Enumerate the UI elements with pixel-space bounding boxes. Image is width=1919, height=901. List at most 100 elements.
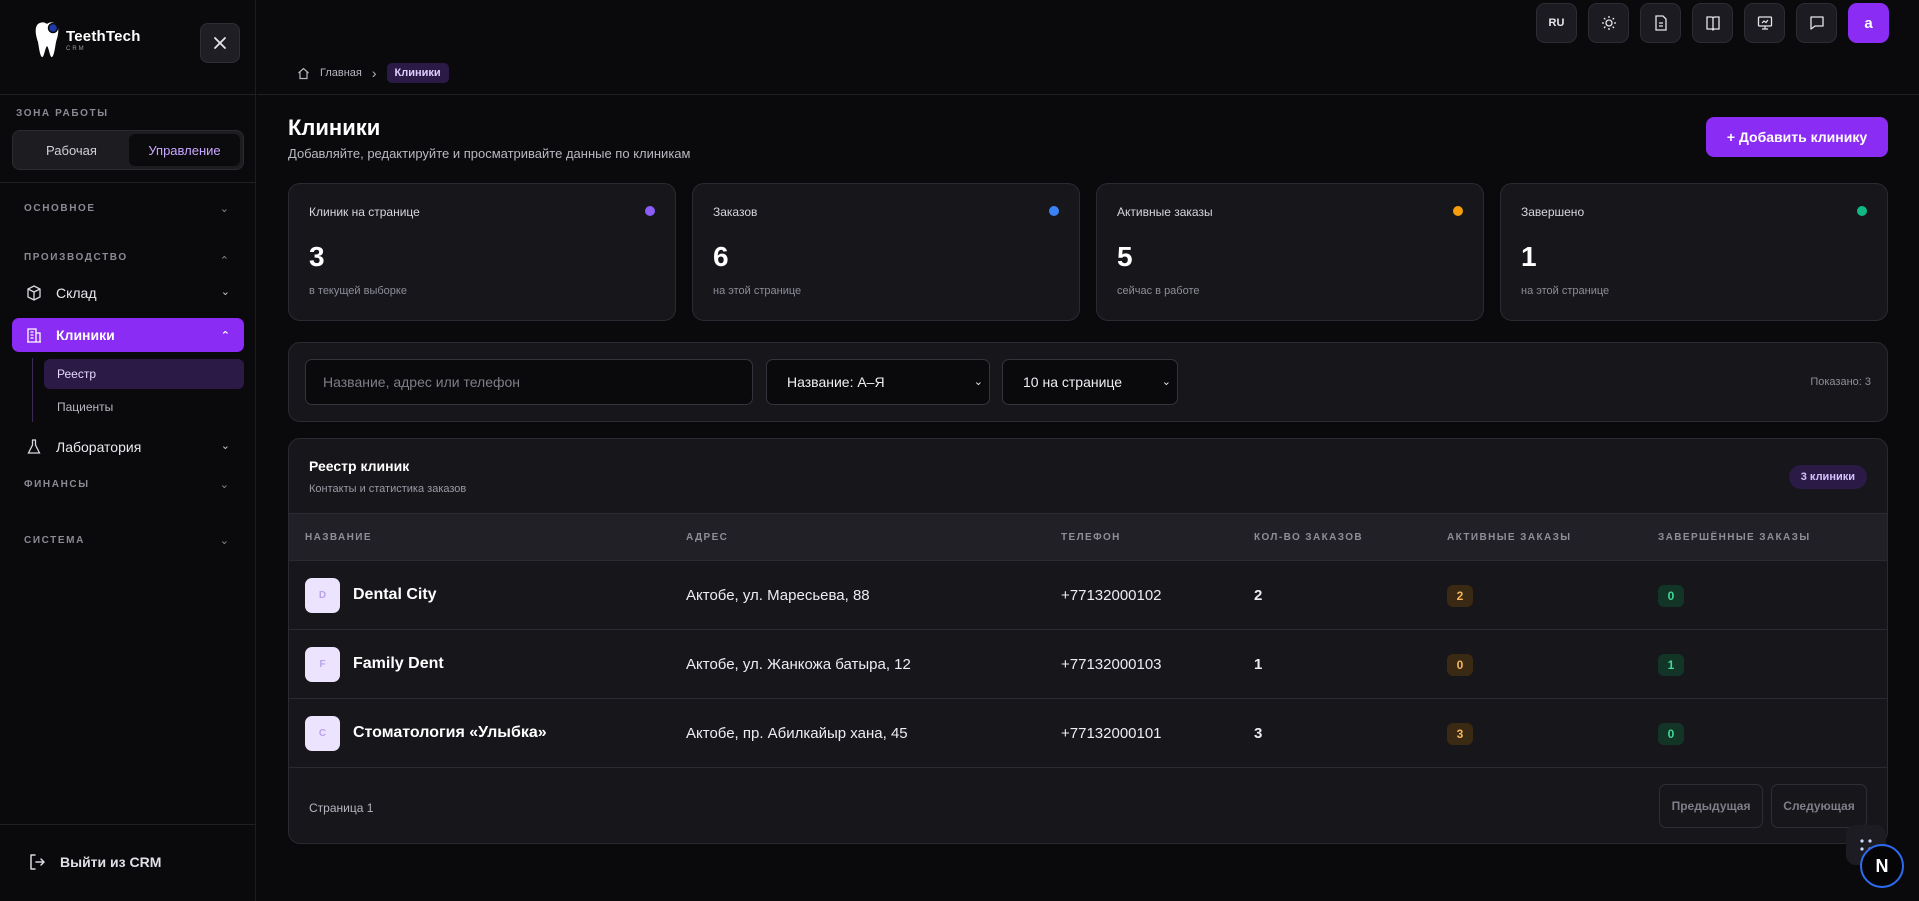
sidebar-subitem-registry[interactable]: Реестр xyxy=(44,359,244,389)
sidebar-item-warehouse[interactable]: Склад ⌄ xyxy=(12,276,244,310)
chevron-down-icon: ⌄ xyxy=(220,286,230,298)
brand-name: TeethTech xyxy=(66,28,141,45)
prev-page-button[interactable]: Предыдущая xyxy=(1659,784,1763,828)
stat-label: Заказов xyxy=(713,205,758,219)
app-root: TeethTech CRM ЗОНА РАБОТЫ Рабочая Управл… xyxy=(0,0,1919,901)
clinic-name[interactable]: Family Dent xyxy=(353,655,444,673)
close-sidebar-button[interactable] xyxy=(200,23,240,63)
sidebar-subitem-patients[interactable]: Пациенты xyxy=(44,392,244,422)
shown-count: Показано: 3 xyxy=(1810,376,1871,388)
table-row[interactable]: С Стоматология «Улыбка» Актобе, пр. Абил… xyxy=(289,698,1887,767)
submenu-line xyxy=(32,358,33,422)
book-icon xyxy=(1705,16,1720,31)
breadcrumb-current: Клиники xyxy=(386,63,449,83)
breadcrumb-home[interactable]: Главная xyxy=(320,67,362,79)
column-header: КОЛ-ВО ЗАКАЗОВ xyxy=(1254,532,1364,543)
user-avatar[interactable]: a xyxy=(1848,3,1889,43)
column-header: АКТИВНЫЕ ЗАКАЗЫ xyxy=(1447,532,1572,543)
active-orders-badge: 3 xyxy=(1447,723,1473,745)
logout-label: Выйти из CRM xyxy=(60,854,162,870)
zone-label: ЗОНА РАБОТЫ xyxy=(16,108,109,119)
orders-count: 1 xyxy=(1254,656,1263,673)
done-orders-badge: 1 xyxy=(1658,654,1684,676)
stat-card: Заказов 6 на этой странице xyxy=(692,183,1080,321)
table-row[interactable]: F Family Dent Актобе, ул. Жанкожа батыра… xyxy=(289,629,1887,698)
section-production[interactable]: ПРОИЗВОДСТВО xyxy=(24,252,128,263)
sidebar-item-clinics[interactable]: Клиники ⌃ xyxy=(12,318,244,352)
dev-tools-button[interactable]: N xyxy=(1860,844,1904,888)
chevron-down-icon[interactable]: ⌄ xyxy=(220,534,229,547)
column-header: ЗАВЕРШЁННЫЕ ЗАКАЗЫ xyxy=(1658,532,1811,543)
clinic-address: Актобе, ул. Жанкожа батыра, 12 xyxy=(686,656,911,673)
stat-note: на этой странице xyxy=(1521,285,1610,297)
avatar: С xyxy=(305,716,340,751)
sidebar-item-label: Клиники xyxy=(56,327,115,343)
brand-sub: CRM xyxy=(66,46,86,52)
page-title: Клиники xyxy=(288,115,381,140)
logout-button[interactable]: Выйти из CRM xyxy=(28,853,161,871)
table-header: НАЗВАНИЕ АДРЕС ТЕЛЕФОН КОЛ-ВО ЗАКАЗОВ АК… xyxy=(289,513,1887,560)
clinic-phone: +77132000101 xyxy=(1061,725,1162,742)
chevron-down-icon: ⌄ xyxy=(1161,376,1171,388)
count-badge: 3 клиники xyxy=(1788,465,1867,489)
language-button[interactable]: RU xyxy=(1536,3,1577,43)
avatar: F xyxy=(305,647,340,682)
stat-value: 6 xyxy=(713,241,729,272)
stat-note: сейчас в работе xyxy=(1117,285,1200,297)
logout-icon xyxy=(30,854,45,870)
sidebar-item-lab[interactable]: Лаборатория ⌄ xyxy=(12,430,244,464)
orders-count: 2 xyxy=(1254,587,1263,604)
section-system[interactable]: СИСТЕМА xyxy=(24,535,85,546)
active-orders-badge: 0 xyxy=(1447,654,1473,676)
avatar: D xyxy=(305,578,340,613)
sidebar-divider xyxy=(0,824,256,825)
breadcrumb: Главная › Клиники xyxy=(297,63,449,83)
chevron-up-icon[interactable]: ⌃ xyxy=(220,254,229,267)
clinic-address: Актобе, ул. Маресьева, 88 xyxy=(686,587,870,604)
chevron-down-icon[interactable]: ⌄ xyxy=(220,202,229,215)
sidebar-item-label: Склад xyxy=(56,285,97,301)
filter-bar: Название: А–Я ⌄ 10 на странице ⌄ Показан… xyxy=(288,342,1888,422)
per-page-select[interactable]: 10 на странице ⌄ xyxy=(1002,359,1178,405)
table-row[interactable]: D Dental City Актобе, ул. Маресьева, 88 … xyxy=(289,560,1887,629)
chat-button[interactable] xyxy=(1796,3,1837,43)
theme-toggle-button[interactable] xyxy=(1588,3,1629,43)
add-clinic-button[interactable]: + Добавить клинику xyxy=(1706,117,1888,157)
zone-switch: Рабочая Управление xyxy=(12,130,244,170)
sidebar-item-label: Лаборатория xyxy=(56,439,142,455)
chat-icon xyxy=(1809,16,1824,30)
chevron-down-icon[interactable]: ⌄ xyxy=(220,478,229,491)
column-header: ТЕЛЕФОН xyxy=(1061,532,1121,543)
zone-option-manage[interactable]: Управление xyxy=(129,134,240,166)
sort-select[interactable]: Название: А–Я ⌄ xyxy=(766,359,990,405)
table-subtitle: Контакты и статистика заказов xyxy=(309,483,467,495)
stat-value: 1 xyxy=(1521,241,1537,272)
guide-button[interactable] xyxy=(1692,3,1733,43)
page-indicator: Страница 1 xyxy=(309,801,374,815)
column-header: НАЗВАНИЕ xyxy=(305,532,372,543)
status-dot xyxy=(1453,206,1463,216)
clinic-name[interactable]: Dental City xyxy=(353,586,437,604)
monitor-button[interactable] xyxy=(1744,3,1785,43)
stat-label: Завершено xyxy=(1521,205,1585,219)
box-icon xyxy=(26,285,42,301)
next-page-button[interactable]: Следующая xyxy=(1771,784,1867,828)
section-finance[interactable]: ФИНАНСЫ xyxy=(24,479,90,490)
chevron-right-icon: › xyxy=(371,65,377,81)
active-orders-badge: 2 xyxy=(1447,585,1473,607)
clinics-table: Реестр клиник Контакты и статистика зака… xyxy=(288,438,1888,844)
stat-note: в текущей выборке xyxy=(309,285,407,297)
clinic-name[interactable]: Стоматология «Улыбка» xyxy=(353,724,547,742)
zone-option-work[interactable]: Рабочая xyxy=(16,134,127,166)
sidebar-divider xyxy=(0,182,256,183)
stat-card: Завершено 1 на этой странице xyxy=(1500,183,1888,321)
section-main[interactable]: ОСНОВНОЕ xyxy=(24,203,96,214)
home-icon[interactable] xyxy=(297,67,310,80)
topbar: Главная › Клиники RU a xyxy=(257,0,1919,95)
stat-value: 3 xyxy=(309,241,325,272)
documents-button[interactable] xyxy=(1640,3,1681,43)
chevron-up-icon: ⌃ xyxy=(220,330,230,342)
logo[interactable]: TeethTech CRM xyxy=(34,20,141,60)
search-input[interactable] xyxy=(305,359,753,405)
stat-card: Клиник на странице 3 в текущей выборке xyxy=(288,183,676,321)
